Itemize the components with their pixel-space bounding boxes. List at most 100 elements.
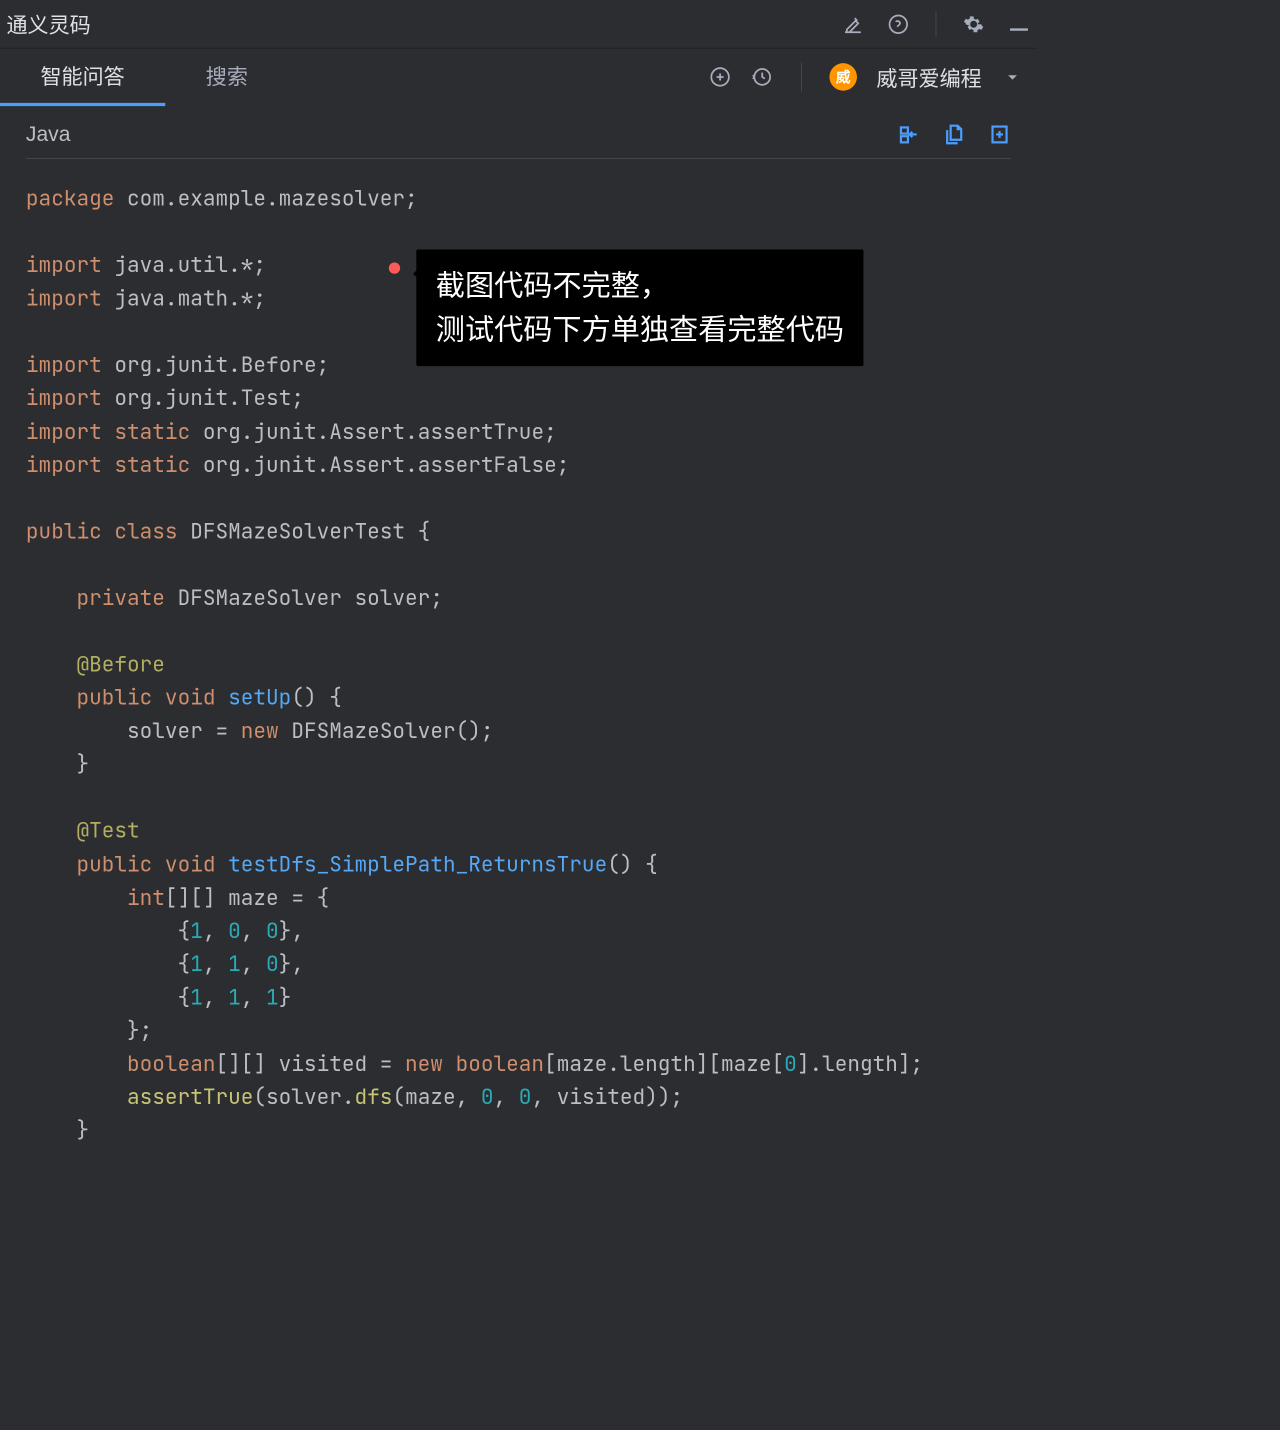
- tooltip-box: 截图代码不完整， 测试代码下方单独查看完整代码: [416, 249, 863, 366]
- number: 0: [519, 1082, 532, 1110]
- number: 1: [266, 982, 279, 1010]
- package-seg: mazesolver: [279, 184, 405, 212]
- keyword: private: [76, 583, 164, 611]
- gear-icon[interactable]: [962, 13, 985, 36]
- code-block[interactable]: package com.example.mazesolver; import j…: [26, 181, 1011, 1146]
- divider: [936, 11, 937, 37]
- class-name: DFSMazeSolverTest: [190, 517, 405, 545]
- package-seg: Assert: [329, 417, 405, 445]
- keyword: import: [26, 450, 102, 478]
- keyword: import: [26, 350, 102, 378]
- package-seg: assertTrue: [418, 417, 544, 445]
- number: 0: [481, 1082, 494, 1110]
- tooltip-line2: 测试代码下方单独查看完整代码: [436, 313, 844, 346]
- keyword: new: [241, 716, 279, 744]
- package-seg: org: [203, 450, 241, 478]
- add-icon[interactable]: [709, 66, 732, 89]
- package-seg: util: [178, 250, 229, 278]
- package-seg: Assert: [329, 450, 405, 478]
- tab-qa[interactable]: 智能问答: [0, 49, 165, 106]
- new-file-icon[interactable]: [988, 123, 1011, 146]
- variable: visited: [279, 1049, 367, 1077]
- number: 1: [190, 949, 203, 977]
- number: 0: [266, 916, 279, 944]
- keyword: static: [114, 450, 190, 478]
- type-name: DFSMazeSolver: [291, 716, 455, 744]
- keyword: boolean: [127, 1049, 215, 1077]
- titlebar: 通义灵码: [0, 0, 1037, 49]
- package-seg: junit: [165, 384, 228, 412]
- number: 0: [266, 949, 279, 977]
- variable: solver: [266, 1082, 342, 1110]
- keyword: class: [114, 517, 177, 545]
- variable: solver: [127, 716, 203, 744]
- keyword: import: [26, 250, 102, 278]
- variable: maze: [557, 1049, 608, 1077]
- divider: [801, 62, 802, 91]
- content-area: Java package com.example.mazesolver; imp…: [0, 105, 1037, 1162]
- keyword: public: [76, 683, 152, 711]
- package-seg: example: [178, 184, 266, 212]
- titlebar-actions: [842, 11, 1031, 37]
- keyword: import: [26, 417, 102, 445]
- keyword: import: [26, 384, 102, 412]
- package-seg: org: [114, 350, 152, 378]
- tabs-container: 智能问答 搜索: [0, 49, 288, 106]
- minimize-icon[interactable]: [1008, 13, 1031, 36]
- method-call: assertTrue: [127, 1082, 253, 1110]
- package-seg: Before: [241, 350, 317, 378]
- package-seg: junit: [253, 417, 316, 445]
- tooltip-line1: 截图代码不完整，: [436, 269, 669, 302]
- keyword: new: [405, 1049, 443, 1077]
- chevron-down-icon[interactable]: [1001, 66, 1024, 89]
- tabbar-right: 威 威哥爱编程: [709, 62, 1024, 92]
- number: 1: [228, 982, 241, 1010]
- package-seg: junit: [253, 450, 316, 478]
- type-name: DFSMazeSolver: [178, 583, 342, 611]
- keyword: public: [26, 517, 102, 545]
- insert-code-icon[interactable]: [897, 123, 920, 146]
- method-name: setUp: [228, 683, 291, 711]
- variable: maze: [228, 883, 279, 911]
- method-call: dfs: [355, 1082, 393, 1110]
- language-header: Java: [26, 122, 1011, 159]
- app-title: 通义灵码: [6, 9, 90, 39]
- tab-search-label: 搜索: [206, 61, 248, 91]
- annotation: @Before: [76, 650, 164, 678]
- package-seg: junit: [165, 350, 228, 378]
- keyword: import: [26, 284, 102, 312]
- argument: maze: [405, 1082, 456, 1110]
- argument: visited: [557, 1082, 645, 1110]
- copy-icon[interactable]: [943, 123, 966, 146]
- history-icon[interactable]: [751, 66, 774, 89]
- keyword: int: [127, 883, 165, 911]
- package-seg: math: [178, 284, 229, 312]
- variable: solver: [354, 583, 430, 611]
- annotation: @Test: [76, 816, 139, 844]
- code-actions: [897, 123, 1010, 146]
- number: 1: [190, 916, 203, 944]
- tab-search[interactable]: 搜索: [165, 49, 288, 106]
- keyword: void: [165, 683, 216, 711]
- property: length: [822, 1049, 898, 1077]
- package-seg: java: [114, 284, 165, 312]
- number: 0: [784, 1049, 797, 1077]
- edit-icon[interactable]: [842, 13, 865, 36]
- keyword: static: [114, 417, 190, 445]
- language-label: Java: [26, 122, 70, 147]
- package-seg: org: [203, 417, 241, 445]
- avatar[interactable]: 威: [829, 63, 857, 91]
- property: length: [620, 1049, 696, 1077]
- variable: maze: [721, 1049, 772, 1077]
- package-seg: java: [114, 250, 165, 278]
- tabbar: 智能问答 搜索 威 威哥爱编程: [0, 49, 1037, 106]
- keyword: package: [26, 184, 114, 212]
- tooltip-marker-icon: [389, 262, 400, 273]
- package-seg: com: [127, 184, 165, 212]
- number: 1: [228, 949, 241, 977]
- keyword: void: [165, 849, 216, 877]
- number: 1: [190, 982, 203, 1010]
- package-seg: org: [114, 384, 152, 412]
- username: 威哥爱编程: [876, 62, 981, 92]
- help-icon[interactable]: [887, 13, 910, 36]
